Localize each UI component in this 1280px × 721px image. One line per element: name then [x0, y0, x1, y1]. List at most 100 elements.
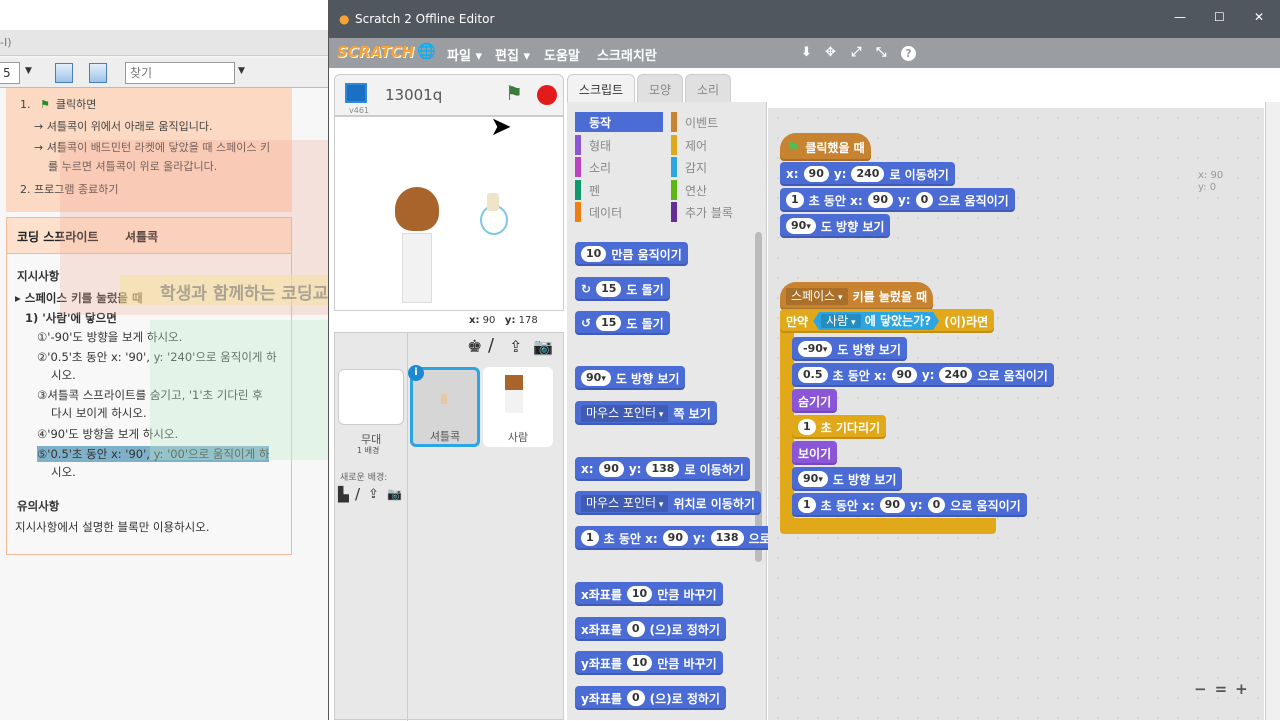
block-input[interactable]: 0 [927, 497, 946, 513]
stage-thumbnail[interactable] [338, 369, 404, 425]
palette-block[interactable]: ↺ 15 도 돌기 [575, 311, 670, 335]
upload-sprite-icon[interactable]: ⇪ [509, 337, 522, 356]
upload-backdrop-icon[interactable]: ⇪ [368, 487, 379, 502]
block-input[interactable]: 1 [798, 497, 816, 513]
shuttlecock-sprite[interactable] [487, 193, 499, 211]
block-input[interactable]: 10 [626, 586, 653, 602]
script-block[interactable]: ⚑ 클릭했을 때 [780, 133, 871, 161]
category-4[interactable]: 소리 [575, 157, 663, 177]
green-flag-button[interactable]: ⚑ [505, 81, 523, 105]
scratch-logo[interactable]: SCRATCH [337, 43, 414, 61]
block-input[interactable]: 90 [662, 530, 688, 546]
block-input[interactable]: 15 [596, 315, 622, 331]
script-block[interactable]: 0.5 초 동안 x: 90 y: 240 으로 움직이기 [792, 363, 1054, 387]
category-5[interactable]: 감지 [671, 157, 759, 177]
block-input[interactable]: 1 [581, 530, 599, 546]
script-block[interactable]: 스페이스 키를 눌렀을 때 [780, 282, 934, 310]
paint-sprite-icon[interactable]: / [488, 335, 494, 356]
palette-block[interactable]: 10 만큼 움직이기 [575, 242, 688, 266]
block-input[interactable]: 0 [915, 192, 934, 208]
block-input[interactable]: 240 [851, 166, 885, 182]
fit-page-icon[interactable] [89, 63, 107, 83]
script-block[interactable]: -90 도 방향 보기 [792, 337, 907, 361]
script-block[interactable]: 90 도 방향 보기 [780, 214, 891, 238]
block-input[interactable]: 90 [803, 166, 829, 182]
script-block[interactable]: 1 초 동안 x: 90 y: 0 으로 움직이기 [792, 493, 1027, 517]
minimize-button[interactable]: — [1174, 10, 1186, 24]
block-input[interactable]: 90 [867, 192, 893, 208]
palette-block[interactable]: y좌표를 10 만큼 바꾸기 [575, 651, 723, 675]
project-title[interactable]: 13001q [385, 86, 442, 104]
close-button[interactable]: ✕ [1254, 10, 1264, 24]
backdrop-library-icon[interactable]: ▙ [338, 487, 349, 503]
paint-backdrop-icon[interactable]: / [355, 485, 360, 503]
tab-sounds[interactable]: 소리 [685, 74, 731, 104]
scripts-scrollbar[interactable] [1265, 102, 1280, 720]
zoom-select[interactable]: 5 [0, 62, 20, 84]
zoom-reset-button[interactable]: = [1215, 680, 1228, 698]
palette-block[interactable]: ↻ 15 도 돌기 [575, 277, 670, 301]
script-block[interactable]: 만약 사람 에 닿았는가? (이)라면 [780, 309, 995, 333]
block-input[interactable]: 90 [798, 471, 828, 487]
block-dropdown[interactable]: 사람 [821, 314, 860, 328]
block-dropdown[interactable]: 마우스 포인터 [581, 494, 669, 512]
script-block[interactable]: x: 90 y: 240 로 이동하기 [780, 162, 955, 186]
script-block[interactable]: 숨기기 [792, 389, 838, 413]
sprite-thumb-shuttlecock[interactable]: i 셔틀콕 [408, 365, 480, 447]
camera-backdrop-icon[interactable]: 📷 [387, 487, 402, 501]
category-2[interactable]: 형태 [575, 134, 663, 155]
category-9[interactable]: 추가 블록 [671, 202, 759, 222]
category-3[interactable]: 제어 [671, 134, 759, 155]
scripts-area[interactable]: x: 90 y: 0 − = + ⚑ 클릭했을 때 x: 90 y: 240 로 이동하기 1 초… [768, 108, 1264, 720]
info-icon[interactable]: i [408, 365, 424, 381]
palette-block[interactable]: x좌표를 10 만큼 바꾸기 [575, 582, 723, 606]
script-block[interactable]: 1 초 동안 x: 90 y: 0 으로 움직이기 [780, 188, 1015, 212]
grow-tool-icon[interactable]: ⤢ [851, 45, 861, 60]
script-block[interactable]: 1 초 기다리기 [792, 415, 887, 439]
block-input[interactable]: 0 [626, 621, 645, 637]
block-input[interactable]: 0.5 [798, 367, 828, 383]
category-1[interactable]: 이벤트 [671, 112, 759, 132]
block-input[interactable]: -90 [798, 341, 833, 357]
stop-button[interactable] [537, 85, 557, 105]
block-input[interactable]: 90 [786, 218, 816, 234]
menu-file[interactable]: 파일 ▾ [447, 45, 482, 64]
search-input[interactable] [125, 62, 235, 84]
chevron-down-icon[interactable]: ▼ [25, 66, 32, 76]
palette-block[interactable]: x: 90 y: 138 로 이동하기 [575, 457, 750, 481]
sprite-thumb-person[interactable]: 사람 [483, 367, 553, 447]
block-input[interactable]: 0 [626, 690, 645, 706]
block-input[interactable]: 138 [646, 461, 680, 477]
presentation-mode-icon[interactable] [345, 83, 367, 103]
palette-block[interactable]: x좌표를 0 (으)로 정하기 [575, 617, 726, 641]
script-block[interactable]: 보이기 [792, 441, 838, 465]
block-input[interactable]: 15 [596, 281, 622, 297]
category-6[interactable]: 펜 [575, 179, 663, 200]
block-input[interactable]: 240 [939, 367, 973, 383]
tab-scripts[interactable]: 스크립트 [567, 74, 635, 104]
category-8[interactable]: 데이터 [575, 202, 663, 222]
chevron-down-icon[interactable]: ▼ [238, 66, 245, 76]
menu-edit[interactable]: 편집 ▾ [495, 45, 530, 64]
palette-block[interactable]: 90 도 방향 보기 [575, 366, 686, 390]
block-input[interactable]: 1 [798, 419, 816, 435]
tab-costumes[interactable]: 모양 [637, 74, 683, 104]
palette-block[interactable]: y좌표를 0 (으)로 정하기 [575, 686, 726, 710]
fit-width-icon[interactable] [55, 63, 73, 83]
block-input[interactable]: 1 [786, 192, 804, 208]
zoom-out-button[interactable]: − [1194, 680, 1207, 698]
camera-icon[interactable]: 📷 [533, 337, 553, 356]
category-0[interactable]: 동작 [575, 112, 663, 132]
category-7[interactable]: 연산 [671, 179, 759, 200]
block-input[interactable]: 90 [891, 367, 917, 383]
person-sprite[interactable] [395, 187, 439, 307]
duplicate-tool-icon[interactable]: ⬇ [801, 45, 812, 60]
globe-icon[interactable]: 🌐 [417, 42, 436, 60]
touching-block[interactable]: 사람 에 닿았는가? [813, 312, 939, 330]
help-tool-icon[interactable]: ? [901, 46, 916, 61]
block-input[interactable]: 10 [581, 246, 607, 262]
zoom-in-button[interactable]: + [1235, 680, 1248, 698]
menu-about[interactable]: 스크래치란 [597, 45, 657, 64]
stage-canvas[interactable] [334, 116, 564, 311]
menu-help[interactable]: 도움말 [544, 45, 580, 64]
